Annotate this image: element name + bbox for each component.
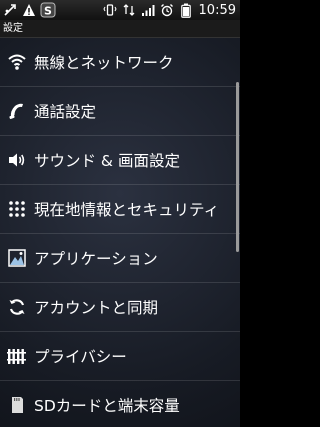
settings-item-privacy[interactable]: プライバシー: [0, 332, 240, 381]
settings-item-accounts-sync[interactable]: アカウントと同期: [0, 283, 240, 332]
phone-icon: [2, 87, 32, 136]
usb-icon: [2, 2, 18, 18]
settings-item-sound-display[interactable]: サウンド & 画面設定: [0, 136, 240, 185]
warning-icon: [21, 2, 37, 18]
signal-icon: [140, 2, 156, 18]
applications-icon: [2, 234, 32, 283]
data-icon: [121, 2, 137, 18]
clock: 10:59: [198, 2, 236, 18]
sd-card-icon: [2, 381, 32, 427]
scrollbar[interactable]: [236, 82, 239, 252]
settings-item-call[interactable]: 通話設定: [0, 87, 240, 136]
vibrate-icon: [102, 2, 118, 18]
page-title: 設定: [0, 20, 240, 38]
settings-item-label: プライバシー: [34, 348, 127, 366]
settings-item-label: 通話設定: [34, 103, 97, 121]
status-bar-system: 10:59: [102, 0, 238, 20]
settings-item-label: 無線とネットワーク: [34, 54, 174, 72]
speaker-icon: [2, 136, 32, 185]
settings-item-label: SDカードと端末容量: [34, 397, 180, 415]
status-bar-notifications[interactable]: S: [2, 0, 56, 20]
settings-item-storage[interactable]: SDカードと端末容量: [0, 381, 240, 427]
settings-item-location-security[interactable]: 現在地情報とセキュリティ: [0, 185, 240, 234]
status-bar: S 10:59: [0, 0, 240, 20]
alarm-icon: [159, 2, 175, 18]
wifi-icon: [2, 38, 32, 87]
settings-item-wireless[interactable]: 無線とネットワーク: [0, 38, 240, 87]
battery-icon: [178, 2, 194, 18]
location-grid-icon: [2, 185, 32, 234]
settings-item-label: アプリケーション: [34, 250, 158, 268]
settings-list[interactable]: 無線とネットワーク 通話設定 サウンド & 画面設定 現在地情報とセキュリティ …: [0, 38, 240, 427]
settings-item-label: 現在地情報とセキュリティ: [34, 201, 220, 219]
settings-item-applications[interactable]: アプリケーション: [0, 234, 240, 283]
privacy-icon: [2, 332, 32, 381]
settings-item-label: サウンド & 画面設定: [34, 152, 180, 170]
sync-icon: [2, 283, 32, 332]
svg-text:S: S: [44, 5, 52, 18]
app-s-icon: S: [40, 2, 56, 18]
settings-item-label: アカウントと同期: [34, 299, 159, 317]
